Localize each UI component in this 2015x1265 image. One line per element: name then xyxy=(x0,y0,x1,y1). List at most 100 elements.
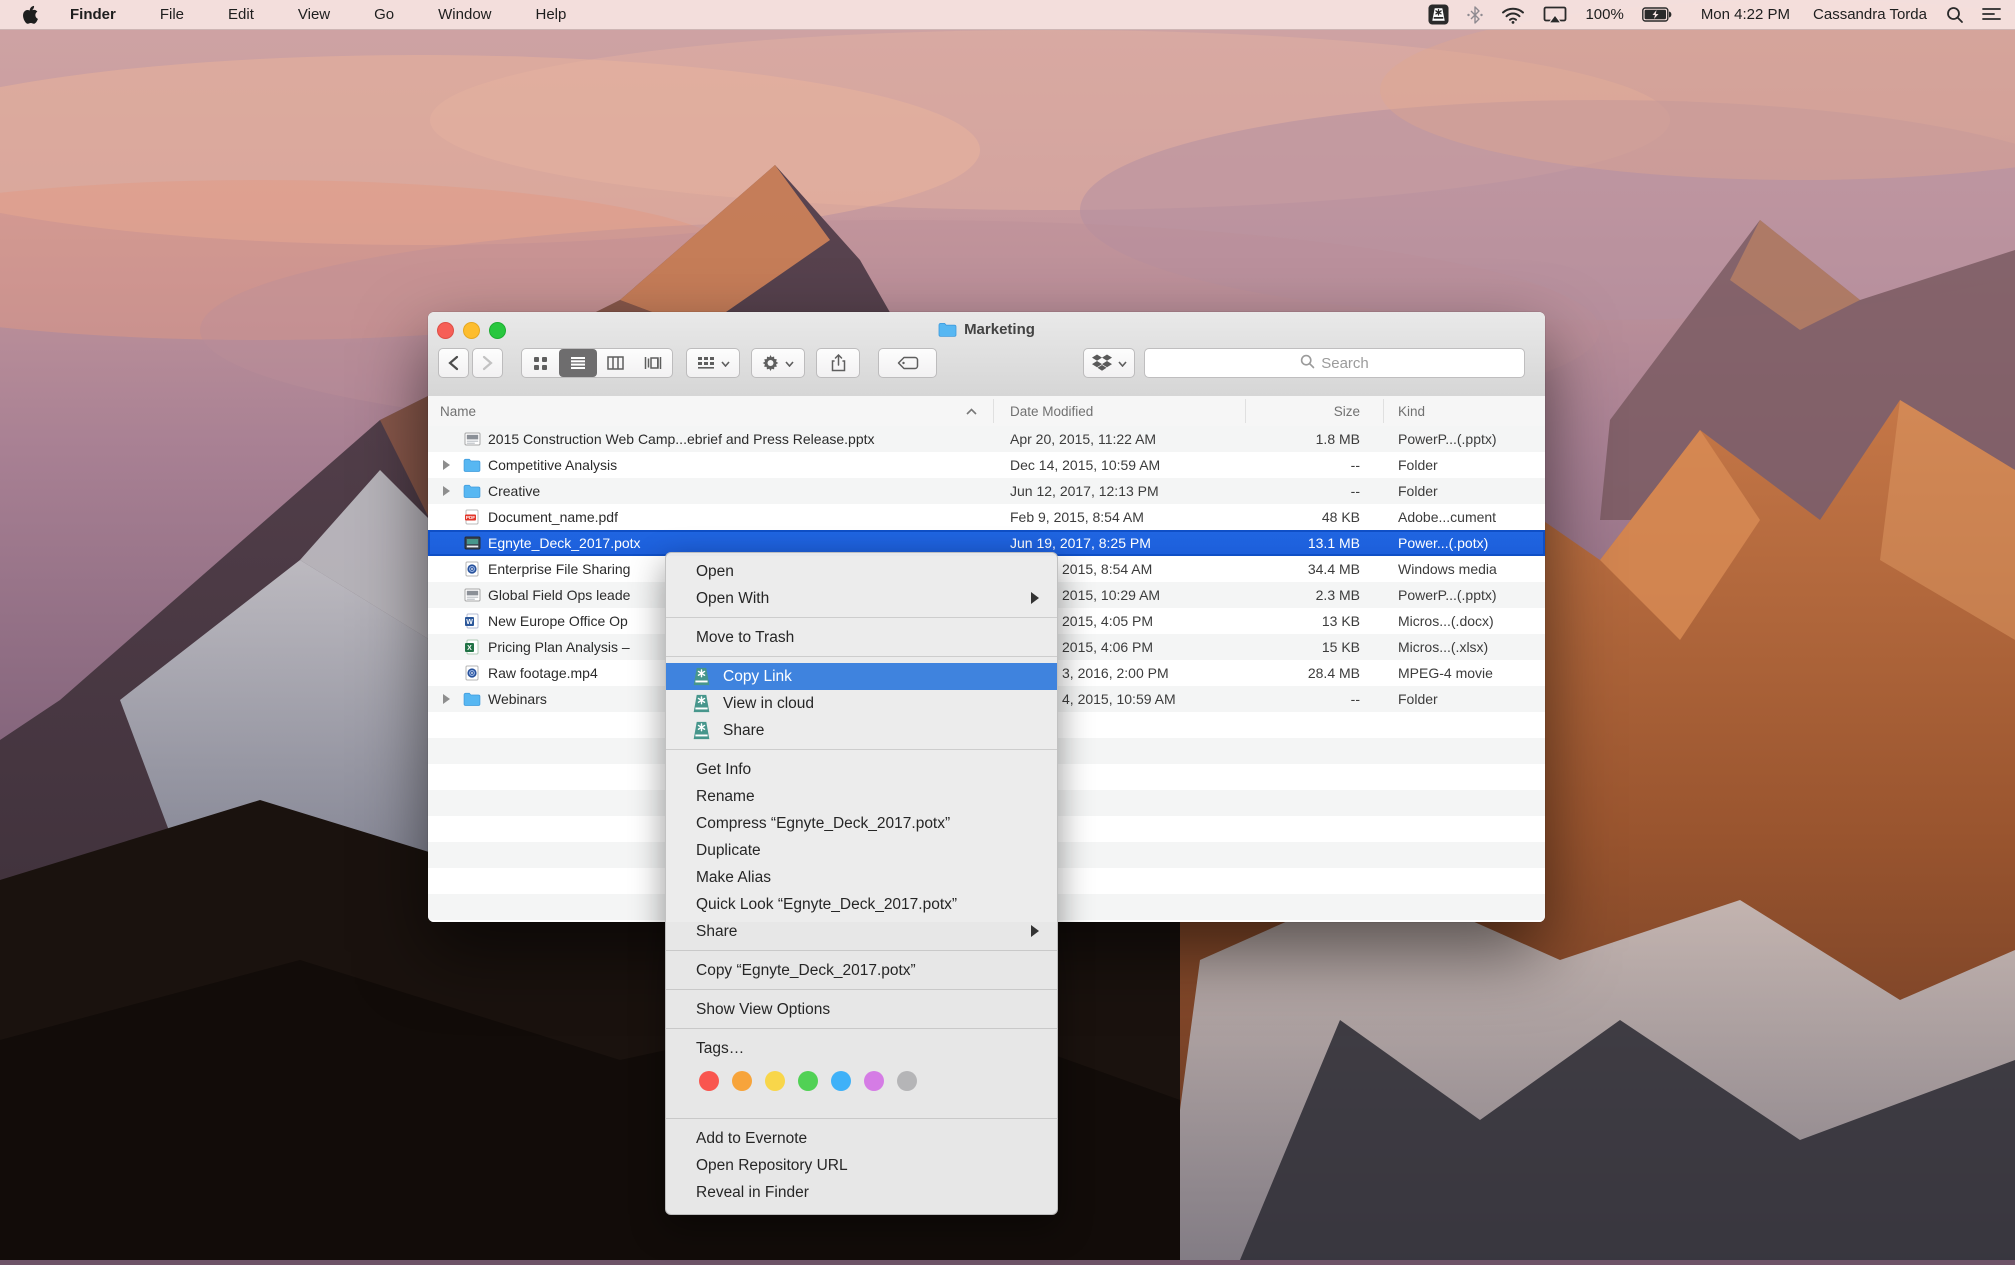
menu-item-label: Rename xyxy=(696,788,755,805)
menu-item-label: Compress “Egnyte_Deck_2017.potx” xyxy=(696,815,950,832)
file-name: Enterprise File Sharing xyxy=(488,556,630,582)
menu-item-share[interactable]: Share xyxy=(666,918,1057,945)
pdf-file-icon: PDF xyxy=(462,504,482,530)
menubar-item-finder[interactable]: Finder xyxy=(70,6,116,23)
menu-item-view-in-cloud[interactable]: View in cloud xyxy=(666,690,1057,717)
list-view-button[interactable] xyxy=(559,349,597,377)
file-row-3[interactable]: CreativeJun 12, 2017, 12:13 PM--Folder xyxy=(428,478,1545,504)
tag-color-dot-2[interactable] xyxy=(732,1071,752,1091)
file-row-1[interactable]: 2015 Construction Web Camp...ebrief and … xyxy=(428,426,1545,452)
tag-color-dot-6[interactable] xyxy=(864,1071,884,1091)
airplay-display-icon[interactable] xyxy=(1534,0,1576,29)
media-file-icon xyxy=(462,660,482,686)
menubar-item-help[interactable]: Help xyxy=(536,6,567,23)
menu-item-share[interactable]: Share xyxy=(666,717,1057,744)
file-row-2[interactable]: Competitive AnalysisDec 14, 2015, 10:59 … xyxy=(428,452,1545,478)
view-mode-segmented-control xyxy=(521,348,673,378)
apple-menu-icon[interactable] xyxy=(22,5,38,24)
file-size: 2.3 MB xyxy=(1128,582,1360,608)
file-row-4[interactable]: PDFDocument_name.pdfFeb 9, 2015, 8:54 AM… xyxy=(428,504,1545,530)
svg-text:X: X xyxy=(467,645,472,652)
context-menu: Open Open With Move to Trash Copy LinkView … xyxy=(665,552,1058,1215)
menu-item-label: Tags… xyxy=(696,1040,744,1057)
list-header: Name Date Modified Size Kind xyxy=(428,396,1545,427)
menu-item-move-to-trash[interactable]: Move to Trash xyxy=(666,624,1057,651)
file-name: Creative xyxy=(488,478,540,504)
battery-icon[interactable] xyxy=(1633,0,1692,29)
menubar-item-view[interactable]: View xyxy=(298,6,330,23)
disclosure-triangle-icon[interactable] xyxy=(443,694,450,704)
menu-item-open-repository-url[interactable]: Open Repository URL xyxy=(666,1152,1057,1179)
file-name: New Europe Office Op xyxy=(488,608,628,634)
tag-color-dot-5[interactable] xyxy=(831,1071,851,1091)
tag-color-dot-1[interactable] xyxy=(699,1071,719,1091)
file-kind: Micros...(.xlsx) xyxy=(1398,634,1488,660)
menu-item-copy-egnyte-deck-2017-potx[interactable]: Copy “Egnyte_Deck_2017.potx” xyxy=(666,957,1057,984)
menu-item-add-to-evernote[interactable]: Add to Evernote xyxy=(666,1125,1057,1152)
menu-item-show-view-options[interactable]: Show View Options xyxy=(666,996,1057,1023)
menu-item-copy-link[interactable]: Copy Link xyxy=(666,663,1057,690)
spotlight-search-icon[interactable] xyxy=(1937,0,1973,29)
disclosure-triangle-icon[interactable] xyxy=(443,486,450,496)
menu-item-label: Share xyxy=(723,722,764,739)
menu-item-open[interactable]: Open xyxy=(666,558,1057,585)
menu-item-rename[interactable]: Rename xyxy=(666,783,1057,810)
file-date-modified: Feb 9, 2015, 8:54 AM xyxy=(1010,504,1144,530)
menu-separator xyxy=(666,950,1057,951)
menu-item-reveal-in-finder[interactable]: Reveal in Finder xyxy=(666,1179,1057,1206)
column-header-kind[interactable]: Kind xyxy=(1398,396,1425,426)
column-header-size[interactable]: Size xyxy=(1128,396,1360,426)
share-button[interactable] xyxy=(816,348,860,378)
column-header-name[interactable]: Name xyxy=(440,396,476,426)
menu-item-open-with[interactable]: Open With xyxy=(666,585,1057,612)
tag-button[interactable] xyxy=(878,348,937,378)
bluetooth-icon[interactable] xyxy=(1458,0,1492,29)
window-chrome: Marketing xyxy=(428,312,1545,397)
notification-center-icon[interactable] xyxy=(1973,0,2015,29)
menu-item-compress-egnyte-deck-2017-potx[interactable]: Compress “Egnyte_Deck_2017.potx” xyxy=(666,810,1057,837)
forward-button[interactable] xyxy=(472,348,503,378)
group-by-button[interactable] xyxy=(686,348,740,378)
column-view-button[interactable] xyxy=(597,349,634,377)
menu-item-tags[interactable]: Tags… xyxy=(666,1035,1057,1062)
word-file-icon: W xyxy=(462,608,482,634)
coverflow-view-button[interactable] xyxy=(634,349,672,377)
menu-item-get-info[interactable]: Get Info xyxy=(666,756,1057,783)
column-divider[interactable] xyxy=(1383,399,1384,423)
menubar-item-go[interactable]: Go xyxy=(374,6,394,23)
menubar-item-edit[interactable]: Edit xyxy=(228,6,254,23)
egnyte-menubar-icon[interactable] xyxy=(1419,0,1458,29)
dropbox-button[interactable] xyxy=(1083,348,1135,378)
file-size: -- xyxy=(1128,478,1360,504)
folder-icon xyxy=(462,686,482,712)
file-name: Competitive Analysis xyxy=(488,452,617,478)
icon-view-button[interactable] xyxy=(522,349,559,377)
file-kind: Windows media xyxy=(1398,556,1497,582)
menubar-item-file[interactable]: File xyxy=(160,6,184,23)
menubar-clock[interactable]: Mon 4:22 PM xyxy=(1692,6,1804,23)
menu-item-label: Get Info xyxy=(696,761,751,778)
file-kind: Folder xyxy=(1398,478,1438,504)
disclosure-triangle-icon[interactable] xyxy=(443,460,450,470)
menu-item-make-alias[interactable]: Make Alias xyxy=(666,864,1057,891)
file-name: Raw footage.mp4 xyxy=(488,660,598,686)
menu-item-duplicate[interactable]: Duplicate xyxy=(666,837,1057,864)
wifi-icon[interactable] xyxy=(1492,0,1534,29)
tag-color-dot-7[interactable] xyxy=(897,1071,917,1091)
tag-color-dot-3[interactable] xyxy=(765,1071,785,1091)
sort-ascending-icon xyxy=(966,396,977,426)
menu-separator xyxy=(666,749,1057,750)
menubar-item-window[interactable]: Window xyxy=(438,6,491,23)
search-input[interactable]: Search xyxy=(1144,348,1525,378)
column-header-date-modified[interactable]: Date Modified xyxy=(1010,396,1093,426)
column-divider[interactable] xyxy=(993,399,994,423)
tag-color-dot-4[interactable] xyxy=(798,1071,818,1091)
action-gear-button[interactable] xyxy=(751,348,805,378)
menubar-user[interactable]: Cassandra Torda xyxy=(1804,6,1937,23)
menu-item-quick-look-egnyte-deck-2017-potx[interactable]: Quick Look “Egnyte_Deck_2017.potx” xyxy=(666,891,1057,918)
file-size: 1.8 MB xyxy=(1128,426,1360,452)
back-button[interactable] xyxy=(438,348,469,378)
file-size: 34.4 MB xyxy=(1128,556,1360,582)
menu-item-label: Quick Look “Egnyte_Deck_2017.potx” xyxy=(696,896,957,913)
menu-item-label: Open With xyxy=(696,590,769,607)
